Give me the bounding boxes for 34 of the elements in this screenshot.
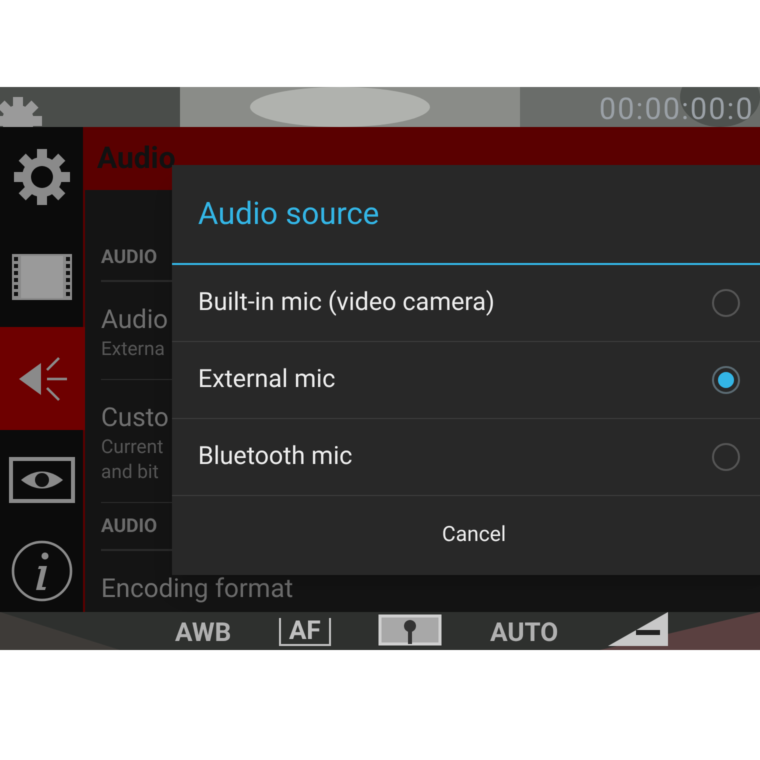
autofocus-button[interactable]: AF [278,618,331,646]
exposure-icon[interactable] [606,612,670,646]
option-label: Built-in mic (video camera) [198,287,495,320]
setting-summary: and bit [101,459,159,484]
sidebar-tab[interactable] [0,127,85,227]
option-row[interactable]: Built-in mic (video camera) [172,265,760,342]
sidebar-tab[interactable] [0,327,85,430]
cancel-button[interactable]: Cancel [172,496,760,575]
setting-title[interactable]: Custo [101,402,169,434]
radio-button[interactable] [712,289,740,317]
option-label: Bluetooth mic [198,441,352,474]
toolbar-label[interactable]: AUTO [490,620,558,646]
metering-icon[interactable] [378,614,442,646]
toolbar-label[interactable]: AWB [175,620,232,646]
info-icon [10,539,74,603]
radio-button[interactable] [712,366,740,394]
section-header: AUDIO [101,244,158,270]
option-row[interactable]: External mic [172,342,760,419]
setting-title[interactable]: Audio [101,304,168,336]
recording-timer: 00:00:00:0 [599,95,754,125]
setting-title[interactable]: Encoding format [101,573,294,605]
sidebar-tab[interactable] [0,430,85,530]
eye-icon [8,457,74,503]
panel-title: Audio [97,140,176,178]
sidebar-tab[interactable] [0,227,85,327]
setting-summary: Current [101,434,164,459]
sidebar-tab[interactable] [0,530,85,612]
setting-summary: Externa [101,336,165,361]
radio-button[interactable] [712,443,740,471]
gear-icon [12,147,72,207]
film-strip-icon [12,254,72,300]
option-label: External mic [198,364,336,396]
section-header: AUDIO [101,512,158,539]
dialog-title: Audio source [198,194,380,234]
